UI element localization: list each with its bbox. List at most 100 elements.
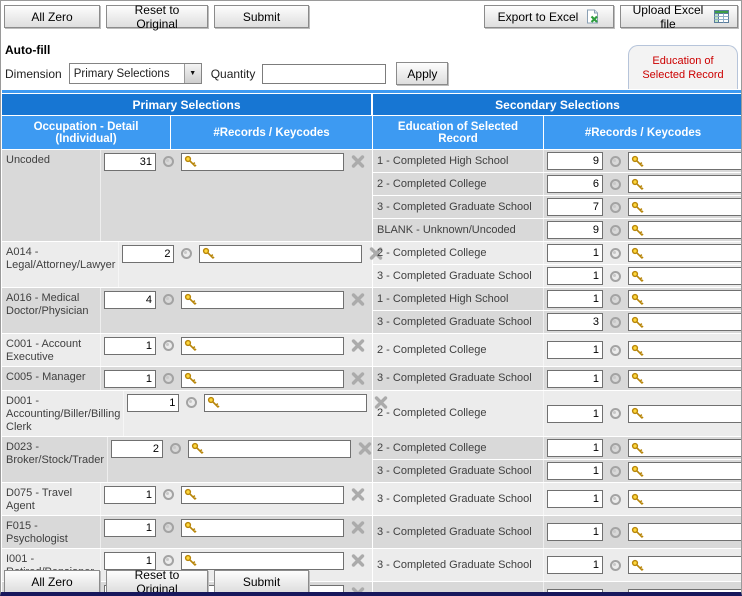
keycode-field[interactable] xyxy=(628,198,741,216)
keycode-input[interactable] xyxy=(199,338,341,353)
refresh-icon[interactable] xyxy=(610,526,621,538)
refresh-icon[interactable] xyxy=(610,593,621,596)
keycode-field[interactable] xyxy=(181,518,344,537)
refresh-icon[interactable] xyxy=(610,293,621,305)
records-count-input[interactable] xyxy=(547,369,603,388)
keycode-input[interactable] xyxy=(199,520,341,535)
refresh-icon[interactable] xyxy=(163,373,174,384)
keycode-input[interactable] xyxy=(199,487,341,502)
refresh-icon[interactable] xyxy=(163,340,174,351)
refresh-icon[interactable] xyxy=(610,559,621,571)
refresh-icon[interactable] xyxy=(181,248,193,259)
refresh-icon[interactable] xyxy=(163,555,174,566)
keycode-field[interactable] xyxy=(628,523,741,541)
keycode-field[interactable] xyxy=(199,244,363,263)
records-count-input[interactable] xyxy=(547,244,603,262)
records-count-input[interactable] xyxy=(547,221,603,239)
refresh-icon[interactable] xyxy=(610,247,621,259)
refresh-icon[interactable] xyxy=(163,489,174,500)
keycode-field[interactable] xyxy=(181,551,344,570)
refresh-icon[interactable] xyxy=(610,201,621,213)
records-count-input[interactable] xyxy=(547,267,603,285)
records-count-input[interactable] xyxy=(547,439,603,457)
records-count-input[interactable] xyxy=(547,523,603,541)
refresh-icon[interactable] xyxy=(170,443,182,454)
refresh-icon[interactable] xyxy=(163,156,174,167)
keycode-input[interactable] xyxy=(646,246,741,260)
keycode-input[interactable] xyxy=(199,154,341,169)
apply-button[interactable]: Apply xyxy=(396,62,449,85)
records-count-input[interactable] xyxy=(547,313,603,331)
records-count-input[interactable] xyxy=(104,518,156,537)
keycode-input[interactable] xyxy=(646,269,741,283)
delete-icon[interactable] xyxy=(358,442,372,455)
submit-button-bottom[interactable]: Submit xyxy=(214,570,309,592)
keycode-input[interactable] xyxy=(199,553,341,568)
keycode-input[interactable] xyxy=(646,223,741,237)
keycode-field[interactable] xyxy=(628,267,741,285)
refresh-icon[interactable] xyxy=(610,493,621,505)
records-count-input[interactable] xyxy=(547,152,603,170)
keycode-input[interactable] xyxy=(646,441,741,455)
records-count-input[interactable] xyxy=(547,198,603,216)
keycode-input[interactable] xyxy=(199,292,341,307)
keycode-input[interactable] xyxy=(646,177,741,191)
refresh-icon[interactable] xyxy=(163,294,174,305)
keycode-field[interactable] xyxy=(181,369,344,388)
delete-icon[interactable] xyxy=(351,293,365,306)
keycode-field[interactable] xyxy=(628,221,741,239)
keycode-field[interactable] xyxy=(628,369,741,388)
keycode-field[interactable] xyxy=(628,439,741,457)
keycode-field[interactable] xyxy=(628,313,741,331)
keycode-field[interactable] xyxy=(628,490,741,508)
all-zero-button[interactable]: All Zero xyxy=(4,5,100,28)
records-count-input[interactable] xyxy=(104,369,156,388)
records-count-input[interactable] xyxy=(104,152,156,171)
refresh-icon[interactable] xyxy=(610,465,621,477)
keycode-field[interactable] xyxy=(204,393,368,412)
keycode-field[interactable] xyxy=(628,341,741,359)
keycode-field[interactable] xyxy=(628,404,741,423)
keycode-field[interactable] xyxy=(628,290,741,308)
refresh-icon[interactable] xyxy=(186,397,198,408)
records-count-input[interactable] xyxy=(547,290,603,308)
submit-button[interactable]: Submit xyxy=(214,5,309,28)
records-count-input[interactable] xyxy=(104,485,156,504)
keycode-field[interactable] xyxy=(181,336,344,355)
keycode-input[interactable] xyxy=(646,343,741,357)
refresh-icon[interactable] xyxy=(610,178,621,190)
keycode-input[interactable] xyxy=(646,200,741,214)
reset-to-original-button-bottom[interactable]: Reset to Original xyxy=(106,568,208,592)
refresh-icon[interactable] xyxy=(163,522,174,533)
keycode-input[interactable] xyxy=(646,292,741,306)
upload-excel-file-button[interactable]: Upload Excel file xyxy=(620,3,738,31)
keycode-field[interactable] xyxy=(628,175,741,193)
refresh-icon[interactable] xyxy=(610,316,621,328)
keycode-input[interactable] xyxy=(646,154,741,168)
records-count-input[interactable] xyxy=(547,462,603,480)
records-count-input[interactable] xyxy=(547,175,603,193)
refresh-icon[interactable] xyxy=(610,224,621,236)
keycode-field[interactable] xyxy=(628,462,741,480)
delete-icon[interactable] xyxy=(351,521,365,534)
keycode-input[interactable] xyxy=(646,371,741,386)
delete-icon[interactable] xyxy=(351,155,365,168)
keycode-input[interactable] xyxy=(646,464,741,478)
keycode-field[interactable] xyxy=(181,152,344,171)
records-count-input[interactable] xyxy=(127,393,180,412)
tab-education-of-selected-record[interactable]: Education of Selected Record xyxy=(628,45,738,89)
refresh-icon[interactable] xyxy=(610,373,621,384)
all-zero-button-bottom[interactable]: All Zero xyxy=(4,570,100,592)
delete-icon[interactable] xyxy=(351,372,365,385)
keycode-input[interactable] xyxy=(646,315,741,329)
keycode-input[interactable] xyxy=(646,406,741,421)
records-count-input[interactable] xyxy=(547,490,603,508)
records-count-input[interactable] xyxy=(104,290,156,309)
keycode-field[interactable] xyxy=(628,152,741,170)
refresh-icon[interactable] xyxy=(610,408,621,419)
records-count-input[interactable] xyxy=(104,336,156,355)
delete-icon[interactable] xyxy=(351,488,365,501)
keycode-input[interactable] xyxy=(222,395,365,410)
records-count-input[interactable] xyxy=(547,341,603,359)
refresh-icon[interactable] xyxy=(610,442,621,454)
